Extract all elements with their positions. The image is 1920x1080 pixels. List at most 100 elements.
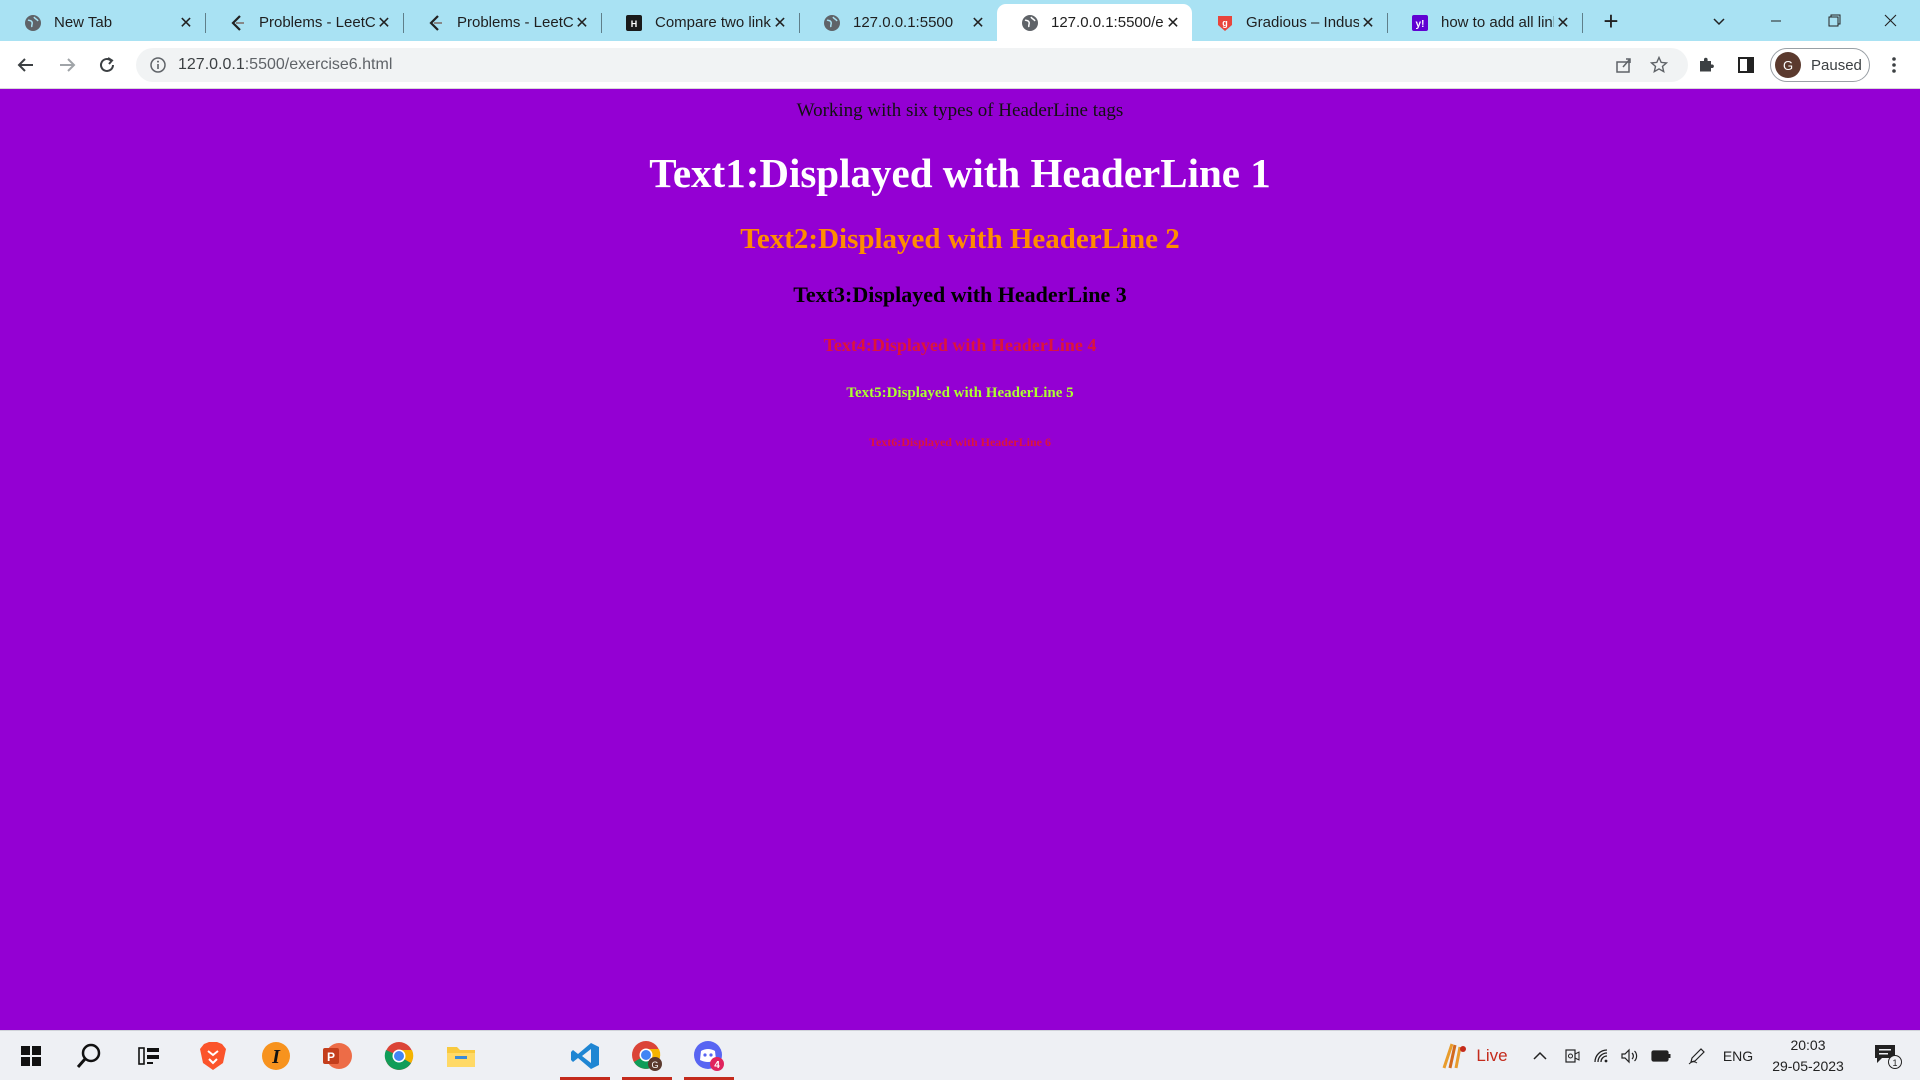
search-icon[interactable] bbox=[68, 1036, 110, 1076]
chevron-down-icon bbox=[1713, 17, 1725, 25]
tab-title: Problems - LeetCode bbox=[259, 14, 375, 31]
more-vertical-icon bbox=[1892, 57, 1896, 73]
clock-date: 29-05-2023 bbox=[1772, 1058, 1844, 1074]
extensions-button[interactable] bbox=[1690, 49, 1722, 81]
profile-status: Paused bbox=[1811, 56, 1862, 74]
windows-taskbar: I P G 4 Live ENG 20:03 29-05-2023 1 bbox=[0, 1030, 1920, 1080]
tab-localhost-exercise6[interactable]: 127.0.0.1:5500/exercise6.html ✕ bbox=[997, 4, 1192, 41]
vscode-icon[interactable] bbox=[560, 1036, 610, 1080]
close-icon[interactable]: ✕ bbox=[573, 14, 591, 32]
hackerrank-icon: H bbox=[625, 14, 643, 32]
chevron-up-icon[interactable] bbox=[1528, 1031, 1552, 1080]
close-icon bbox=[1884, 14, 1896, 27]
arrow-left-icon bbox=[17, 58, 33, 72]
discord-icon[interactable]: 4 bbox=[684, 1036, 734, 1080]
live-label: Live bbox=[1476, 1046, 1508, 1065]
tab-yahoo[interactable]: y! how to add all links ✕ bbox=[1387, 4, 1583, 41]
arrow-right-icon bbox=[60, 58, 76, 72]
svg-text:y!: y! bbox=[1416, 19, 1425, 30]
heading-6: Text6:Displayed with HeaderLine 6 bbox=[869, 435, 1051, 449]
yahoo-icon: y! bbox=[1411, 14, 1429, 32]
close-icon[interactable]: ✕ bbox=[1164, 14, 1182, 32]
restore-icon bbox=[1828, 14, 1840, 27]
notification-center-button[interactable]: 1 bbox=[1866, 1031, 1910, 1080]
chrome-profile-badge: G bbox=[651, 1060, 658, 1070]
tab-gradious[interactable]: g Gradious – Industry ✕ bbox=[1192, 4, 1388, 41]
info-icon[interactable] bbox=[148, 55, 168, 75]
close-icon[interactable]: ✕ bbox=[1554, 14, 1572, 32]
close-icon[interactable]: ✕ bbox=[969, 14, 987, 32]
address-bar[interactable]: 127.0.0.1:5500/exercise6.html bbox=[136, 48, 1688, 82]
chrome-profile-icon[interactable]: G bbox=[622, 1036, 672, 1080]
reload-button[interactable] bbox=[91, 49, 123, 81]
tab-title: 127.0.0.1:5500 bbox=[853, 14, 954, 31]
tab-leetcode-2[interactable]: Problems - LeetCode ✕ bbox=[403, 4, 602, 41]
close-icon[interactable]: ✕ bbox=[375, 14, 393, 32]
windows-start-icon[interactable] bbox=[10, 1036, 52, 1076]
minimize-button[interactable] bbox=[1748, 0, 1804, 41]
file-explorer-icon[interactable] bbox=[440, 1036, 482, 1076]
tab-title: Problems - LeetCode bbox=[457, 14, 573, 31]
pen-icon[interactable] bbox=[1684, 1031, 1710, 1080]
leetcode-icon bbox=[229, 14, 247, 32]
heading-2: Text2:Displayed with HeaderLine 2 bbox=[740, 223, 1180, 255]
tab-title: how to add all links bbox=[1441, 14, 1554, 31]
discord-badge: 4 bbox=[714, 1060, 720, 1071]
tab-leetcode-1[interactable]: Problems - LeetCode ✕ bbox=[205, 4, 404, 41]
clock-time: 20:03 bbox=[1790, 1037, 1826, 1053]
volume-icon[interactable] bbox=[1618, 1031, 1642, 1080]
close-icon[interactable]: ✕ bbox=[771, 14, 789, 32]
cricket-icon bbox=[1442, 1043, 1467, 1069]
reload-icon bbox=[100, 57, 114, 72]
svg-text:g: g bbox=[1222, 18, 1228, 28]
battery-icon[interactable] bbox=[1648, 1031, 1674, 1080]
url-text[interactable]: 127.0.0.1:5500/exercise6.html bbox=[178, 56, 392, 74]
notification-count: 1 bbox=[1892, 1058, 1897, 1068]
wifi-icon[interactable] bbox=[1590, 1031, 1614, 1080]
heading-5: Text5:Displayed with HeaderLine 5 bbox=[846, 385, 1074, 401]
close-window-button[interactable] bbox=[1862, 0, 1918, 41]
minimize-icon bbox=[1771, 20, 1781, 21]
close-icon[interactable]: ✕ bbox=[1359, 14, 1377, 32]
tab-title: Compare two linked lists bbox=[655, 14, 771, 31]
restore-button[interactable] bbox=[1806, 0, 1862, 41]
share-icon[interactable] bbox=[1613, 54, 1635, 76]
profile-button[interactable]: G Paused bbox=[1770, 48, 1870, 82]
chrome-icon[interactable] bbox=[378, 1036, 420, 1076]
bookmark-star-icon[interactable] bbox=[1648, 54, 1670, 76]
tab-localhost[interactable]: 127.0.0.1:5500 ✕ bbox=[799, 4, 997, 41]
browser-toolbar: 127.0.0.1:5500/exercise6.html G Paused bbox=[0, 41, 1920, 89]
close-icon[interactable]: ✕ bbox=[177, 14, 195, 32]
tab-hackerrank[interactable]: H Compare two linked lists ✕ bbox=[601, 4, 800, 41]
menu-button[interactable] bbox=[1878, 49, 1910, 81]
tab-strip: New Tab ✕ Problems - LeetCode ✕ Problems… bbox=[0, 0, 1920, 41]
back-button[interactable] bbox=[10, 49, 42, 81]
puzzle-icon bbox=[1700, 57, 1714, 72]
forward-button[interactable] bbox=[51, 49, 83, 81]
side-panel-button[interactable] bbox=[1730, 49, 1762, 81]
leetcode-icon bbox=[427, 14, 445, 32]
tab-title: New Tab bbox=[54, 14, 113, 31]
gradious-icon: g bbox=[1216, 14, 1234, 32]
illustrator-icon[interactable]: I bbox=[255, 1036, 297, 1076]
svg-text:I: I bbox=[271, 1046, 281, 1068]
task-view-icon[interactable] bbox=[128, 1036, 170, 1076]
brave-icon[interactable] bbox=[192, 1036, 234, 1076]
url-path: :5500/exercise6.html bbox=[244, 56, 393, 73]
new-tab-button[interactable]: + bbox=[1596, 6, 1626, 36]
live-widget[interactable]: Live bbox=[1428, 1031, 1518, 1080]
tab-title: Gradious – Industry bbox=[1246, 14, 1359, 31]
heading-3: Text3:Displayed with HeaderLine 3 bbox=[793, 282, 1127, 307]
tab-new-tab[interactable]: New Tab ✕ bbox=[0, 4, 206, 41]
language-indicator[interactable]: ENG bbox=[1718, 1031, 1758, 1080]
clock[interactable]: 20:03 29-05-2023 bbox=[1762, 1035, 1854, 1077]
svg-text:H: H bbox=[631, 19, 638, 29]
globe-icon bbox=[1021, 14, 1039, 32]
tab-search-button[interactable] bbox=[1691, 0, 1747, 41]
tab-title: 127.0.0.1:5500/exercise6.html bbox=[1051, 14, 1164, 31]
tab-separator bbox=[1582, 13, 1583, 33]
meet-now-icon[interactable] bbox=[1560, 1031, 1584, 1080]
powerpoint-icon[interactable]: P bbox=[316, 1036, 358, 1076]
heading-1: Text1:Displayed with HeaderLine 1 bbox=[649, 150, 1271, 196]
page-content: Working with six types of HeaderLine tag… bbox=[0, 89, 1920, 1030]
